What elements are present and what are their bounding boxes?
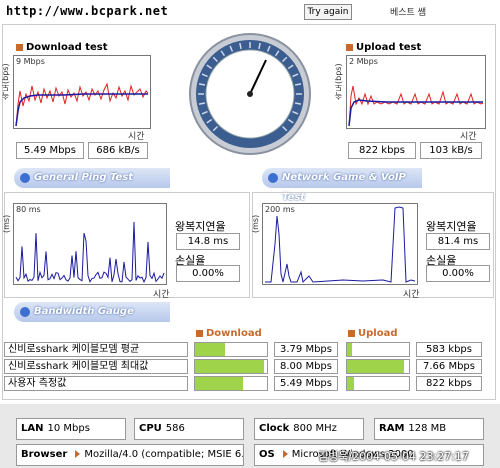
gauge-download-fill <box>195 360 265 373</box>
square-icon <box>346 43 353 51</box>
game-loss-value: 0.00% <box>426 265 490 282</box>
download-graph-svg <box>15 82 149 127</box>
arrow-icon <box>282 450 288 458</box>
cpu-label: CPU <box>139 423 162 434</box>
bullet-icon <box>20 173 30 183</box>
game-rtt-value: 81.4 ms <box>426 233 490 250</box>
game-xlabel: 시간 <box>403 290 420 300</box>
download-ymax: 9 Mbps <box>16 57 45 66</box>
watermark-text: 김병욱/2004-05-04 23:27:17 <box>318 450 469 463</box>
speedometer <box>178 32 322 156</box>
game-voip-bar: Network Game & VoIP Test <box>262 168 422 203</box>
browser-value: Mozilla/4.0 (compatible; MSIE 6.0 <box>84 449 244 460</box>
gauge-download-value: 8.00 Mbps <box>274 359 338 374</box>
ping-graph: 80 ms <box>13 203 167 285</box>
arrow-icon <box>75 450 81 458</box>
upload-graph: 2 Mbps <box>346 55 486 129</box>
gauge-download-value: 5.49 Mbps <box>274 376 338 391</box>
ram-value: 128 MB <box>408 423 447 434</box>
general-ping-label: General Ping Test <box>34 172 134 183</box>
upload-kbs: 103 kB/s <box>420 142 482 159</box>
gauge-upload-value: 583 kbps <box>416 342 482 357</box>
lan-label: LAN <box>21 423 44 434</box>
ping-loss-value: 0.00% <box>176 265 240 282</box>
upload-title-text: Upload test <box>356 42 422 53</box>
ping-xlabel: 시간 <box>153 290 170 300</box>
bullet-icon <box>268 173 278 183</box>
gauge-upload-text: Upload <box>358 328 398 339</box>
clock-value: 800 MHz <box>293 423 337 434</box>
lan-info: LAN 10 Mbps <box>16 418 126 440</box>
browser-label: Browser <box>21 449 68 460</box>
cpu-info: CPU 586 <box>134 418 244 440</box>
download-ylabel: 속도(bps) <box>1 63 10 100</box>
gauge-upload-header: Upload <box>348 328 397 339</box>
game-graph: 200 ms <box>262 203 418 285</box>
square-icon <box>196 329 203 337</box>
upload-series-red <box>348 85 484 127</box>
cpu-value: 586 <box>165 423 185 434</box>
gauge-download-text: Download <box>206 328 262 339</box>
bandwidth-gauge-bar: Bandwidth Gauge <box>14 302 170 322</box>
download-test-title: Download test <box>16 42 108 53</box>
gauge-download-bar <box>194 342 268 357</box>
game-rtt-label: 왕복지연율 <box>426 220 477 233</box>
clock-label: Clock <box>259 423 290 434</box>
gauge-row-label: 신비로sshark 케이블모뎀 최대값 <box>4 359 188 374</box>
gauge-upload-bar <box>346 359 410 374</box>
upload-kbps: 822 kbps <box>348 142 416 159</box>
gauge-download-fill <box>195 343 226 356</box>
upload-ylabel: 속도(bps) <box>334 63 343 100</box>
upload-graph-svg <box>348 85 484 127</box>
ram-info: RAM 128 MB <box>374 418 484 440</box>
gauge-upload-value: 822 kbps <box>416 376 482 391</box>
ping-ymax: 80 ms <box>16 205 41 214</box>
test-label: 베스트 쌤 <box>390 8 426 18</box>
browser-info: Browser Mozilla/4.0 (compatible; MSIE 6.0 <box>16 444 244 466</box>
game-graph-svg <box>265 206 416 284</box>
clock-info: Clock 800 MHz <box>254 418 364 440</box>
gauge-upload-fill <box>347 377 354 390</box>
upload-series-blue <box>348 99 483 127</box>
download-kbs: 686 kB/s <box>88 142 148 159</box>
square-icon <box>348 329 355 337</box>
download-series-red <box>15 82 149 127</box>
square-icon <box>16 43 23 51</box>
gauge-download-value: 3.79 Mbps <box>274 342 338 357</box>
upload-ymax: 2 Mbps <box>349 57 378 66</box>
gauge-upload-bar <box>346 376 410 391</box>
ping-graph-svg <box>15 221 165 284</box>
download-mbps: 5.49 Mbps <box>16 142 84 159</box>
site-url: http://www.bcpark.net <box>6 4 169 18</box>
ram-label: RAM <box>379 423 405 434</box>
gauge-upload-value: 7.66 Mbps <box>416 359 482 374</box>
gauge-download-fill <box>195 377 243 390</box>
gauge-upload-fill <box>347 360 405 373</box>
gauge-upload-bar <box>346 342 410 357</box>
gauge-download-header: Download <box>196 328 262 339</box>
download-graph: 9 Mbps <box>13 55 151 129</box>
game-series <box>265 206 416 284</box>
lan-value: 10 Mbps <box>47 423 90 434</box>
bullet-icon <box>20 307 30 317</box>
bandwidth-gauge-label: Bandwidth Gauge <box>34 306 134 317</box>
download-title-text: Download test <box>26 42 108 53</box>
os-label: OS <box>259 449 275 460</box>
download-xlabel: 시간 <box>128 132 145 142</box>
gauge-row-label: 사용자 측정값 <box>4 376 188 391</box>
ping-rtt-label: 왕복지연율 <box>175 220 226 233</box>
upload-xlabel: 시간 <box>460 132 477 142</box>
gauge-download-bar <box>194 376 268 391</box>
gauge-row-label: 신비로sshark 케이블모뎀 평균 <box>4 342 188 357</box>
game-ymax: 200 ms <box>265 205 295 214</box>
general-ping-bar: General Ping Test <box>14 168 170 188</box>
gauge-download-bar <box>194 359 268 374</box>
gauge-upload-fill <box>347 343 352 356</box>
try-again-button[interactable]: Try again <box>304 4 352 20</box>
ping-rtt-value: 14.8 ms <box>176 233 240 250</box>
upload-test-title: Upload test <box>346 42 421 53</box>
